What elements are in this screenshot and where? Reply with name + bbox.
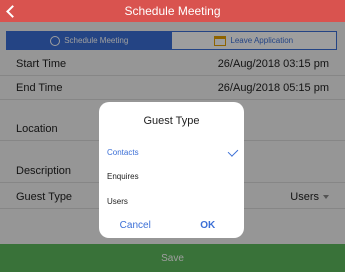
dialog-title: Guest Type: [143, 115, 200, 127]
checkmark-icon: [227, 146, 239, 157]
ok-button[interactable]: OK: [172, 214, 245, 238]
option-users[interactable]: Users: [107, 197, 236, 213]
app-header: Schedule Meeting: [0, 0, 345, 22]
option-contacts[interactable]: Contacts: [107, 146, 239, 164]
guest-type-dialog: Guest Type Contacts Enquires Users Cance…: [99, 102, 244, 238]
dialog-buttons: Cancel OK: [99, 214, 244, 238]
option-label: Contacts: [107, 148, 139, 157]
cancel-button[interactable]: Cancel: [99, 214, 172, 238]
option-enquires[interactable]: Enquires: [107, 172, 236, 188]
page-title: Schedule Meeting: [124, 4, 221, 18]
option-label: Enquires: [107, 172, 139, 181]
option-label: Users: [107, 197, 128, 206]
